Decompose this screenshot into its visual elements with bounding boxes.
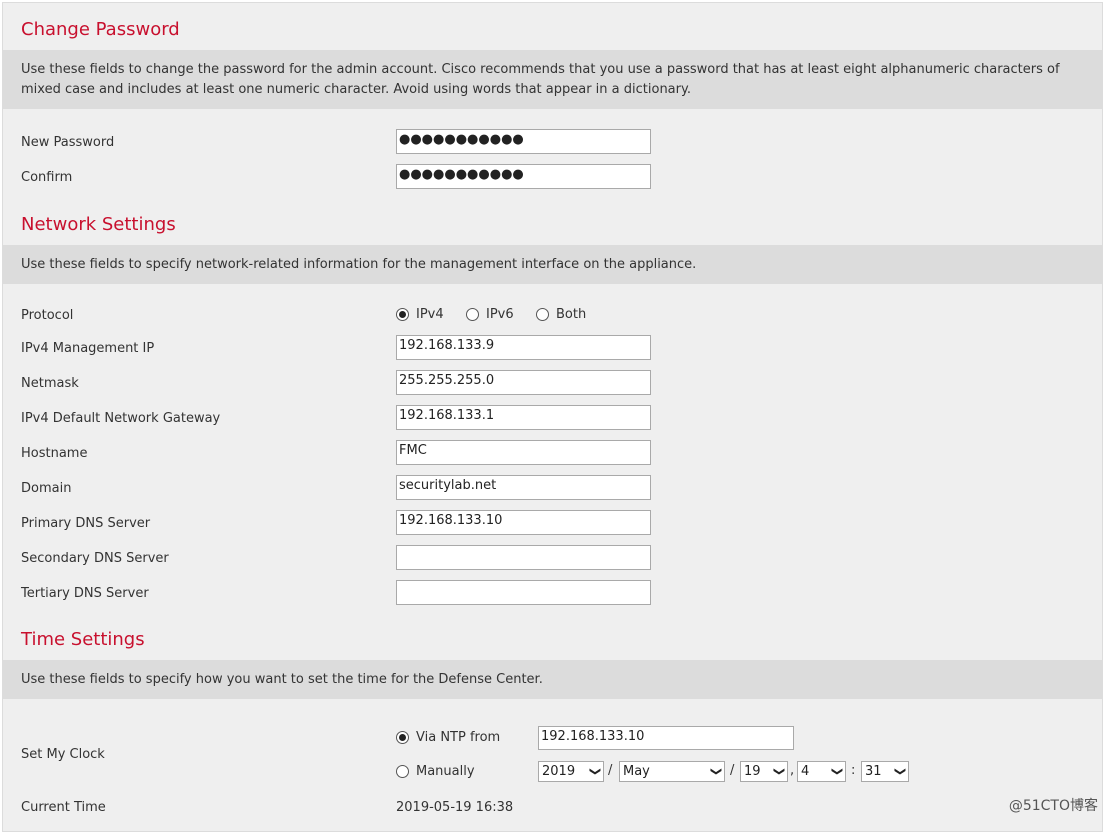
- confirm-password-field[interactable]: ●●●●●●●●●●●: [396, 164, 651, 189]
- protocol-ipv4-option[interactable]: IPv4: [396, 307, 444, 322]
- secondary-dns-label: Secondary DNS Server: [21, 551, 169, 566]
- hostname-field[interactable]: FMC: [396, 440, 651, 465]
- chevron-down-icon: ❯: [772, 766, 786, 777]
- manually-option[interactable]: Manually: [396, 764, 475, 779]
- time-settings-description: Use these fields to specify how you want…: [3, 660, 1103, 699]
- protocol-both-option[interactable]: Both: [536, 307, 586, 322]
- hostname-label: Hostname: [21, 446, 88, 461]
- new-password-label: New Password: [21, 135, 115, 150]
- netmask-field[interactable]: 255.255.255.0: [396, 370, 651, 395]
- month-select[interactable]: May ❯: [619, 761, 725, 782]
- year-select[interactable]: 2019 ❯: [538, 761, 604, 782]
- chevron-down-icon: ❯: [893, 766, 907, 777]
- hour-value: 4: [801, 764, 810, 779]
- ipv4-radio[interactable]: [396, 308, 409, 321]
- protocol-ipv6-option[interactable]: IPv6: [466, 307, 514, 322]
- minute-select[interactable]: 31 ❯: [861, 761, 909, 782]
- tertiary-dns-field[interactable]: [396, 580, 651, 605]
- current-time-value: 2019-05-19 16:38: [396, 800, 514, 815]
- via-ntp-radio[interactable]: [396, 731, 409, 744]
- change-password-title: Change Password: [21, 19, 180, 40]
- date-separator: /: [608, 763, 613, 778]
- default-gateway-field[interactable]: 192.168.133.1: [396, 405, 651, 430]
- comma-separator: ,: [790, 763, 795, 778]
- both-radio[interactable]: [536, 308, 549, 321]
- secondary-dns-field[interactable]: [396, 545, 651, 570]
- ntp-server-field[interactable]: 192.168.133.10: [538, 726, 794, 750]
- day-value: 19: [744, 764, 761, 779]
- chevron-down-icon: ❯: [709, 766, 723, 777]
- manually-label: Manually: [416, 764, 475, 779]
- hour-select[interactable]: 4 ❯: [797, 761, 846, 782]
- minute-value: 31: [865, 764, 882, 779]
- primary-dns-field[interactable]: 192.168.133.10: [396, 510, 651, 535]
- watermark: @51CTO博客: [1008, 798, 1098, 814]
- new-password-field[interactable]: ●●●●●●●●●●●: [396, 129, 651, 154]
- netmask-label: Netmask: [21, 376, 79, 391]
- ipv4-management-ip-field[interactable]: 192.168.133.9: [396, 335, 651, 360]
- time-settings-title: Time Settings: [21, 629, 145, 650]
- network-settings-description: Use these fields to specify network-rela…: [3, 245, 1103, 284]
- change-password-description: Use these fields to change the password …: [3, 50, 1103, 109]
- time-separator: :: [851, 763, 856, 778]
- network-settings-title: Network Settings: [21, 214, 176, 235]
- via-ntp-label: Via NTP from: [416, 730, 501, 745]
- chevron-down-icon: ❯: [830, 766, 844, 777]
- set-my-clock-label: Set My Clock: [21, 747, 105, 762]
- ipv6-label: IPv6: [486, 307, 514, 322]
- manually-radio[interactable]: [396, 765, 409, 778]
- primary-dns-label: Primary DNS Server: [21, 516, 151, 531]
- protocol-label: Protocol: [21, 308, 74, 323]
- both-label: Both: [556, 307, 587, 322]
- day-select[interactable]: 19 ❯: [740, 761, 788, 782]
- domain-field[interactable]: securitylab.net: [396, 475, 651, 500]
- chevron-down-icon: ❯: [588, 766, 602, 777]
- default-gateway-label: IPv4 Default Network Gateway: [21, 411, 221, 426]
- month-value: May: [623, 764, 650, 779]
- domain-label: Domain: [21, 481, 72, 496]
- year-value: 2019: [542, 764, 576, 779]
- ipv6-radio[interactable]: [466, 308, 479, 321]
- ipv4-label: IPv4: [416, 307, 444, 322]
- ipv4-management-ip-label: IPv4 Management IP: [21, 341, 155, 356]
- via-ntp-option[interactable]: Via NTP from: [396, 730, 500, 745]
- tertiary-dns-label: Tertiary DNS Server: [21, 586, 149, 601]
- date-separator: /: [730, 763, 735, 778]
- current-time-label: Current Time: [21, 800, 106, 815]
- confirm-password-label: Confirm: [21, 170, 73, 185]
